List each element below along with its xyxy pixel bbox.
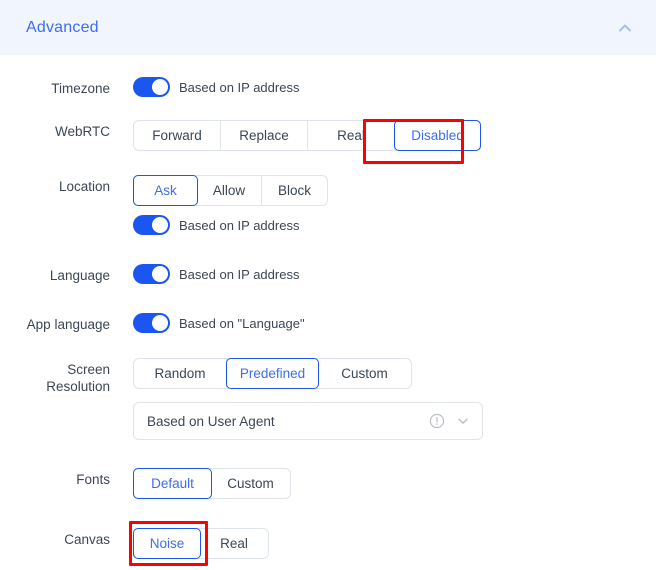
webrtc-option-real[interactable]: Real	[308, 121, 395, 150]
page-title: Advanced	[26, 18, 99, 36]
row-label-webrtc: WebRTC	[54, 124, 110, 139]
location-option-block[interactable]: Block	[262, 176, 327, 205]
row-label-screen-resolution: Screen Resolution	[46, 362, 110, 394]
timezone-toggle[interactable]	[133, 77, 170, 97]
row-location: Location Ask Allow Block Based on IP add…	[0, 175, 656, 235]
webrtc-segmented-control: Forward Replace Real Disabled	[133, 120, 481, 151]
webrtc-option-forward[interactable]: Forward	[134, 121, 221, 150]
toggle-knob	[152, 266, 168, 282]
toggle-knob	[152, 217, 168, 233]
app-language-toggle-label: Based on "Language"	[179, 315, 305, 331]
screen-resolution-dropdown[interactable]: Based on User Agent	[133, 402, 483, 440]
exclamation-circle-icon[interactable]	[429, 413, 445, 429]
fonts-option-default[interactable]: Default	[133, 468, 212, 499]
advanced-section-header[interactable]: Advanced	[0, 0, 656, 55]
row-label-location: Location	[58, 179, 110, 194]
row-label-language: Language	[49, 268, 110, 283]
row-fonts: Fonts Default Custom	[0, 468, 656, 499]
toggle-knob	[152, 315, 168, 331]
location-toggle-wrap[interactable]: Based on IP address	[133, 215, 328, 235]
screen-resolution-dropdown-value: Based on User Agent	[147, 413, 275, 429]
chevron-down-icon[interactable]	[456, 414, 470, 428]
app-language-toggle-wrap[interactable]: Based on "Language"	[133, 313, 305, 333]
location-option-ask[interactable]: Ask	[133, 175, 198, 206]
toggle-knob	[152, 79, 168, 95]
webrtc-option-disabled[interactable]: Disabled	[394, 120, 481, 151]
canvas-option-noise[interactable]: Noise	[133, 528, 201, 559]
language-toggle[interactable]	[133, 264, 170, 284]
timezone-toggle-wrap[interactable]: Based on IP address	[133, 77, 299, 97]
row-app-language: App language Based on "Language"	[0, 313, 656, 333]
location-toggle[interactable]	[133, 215, 170, 235]
fonts-segmented-control: Default Custom	[133, 468, 291, 499]
row-label-app-language: App language	[26, 317, 110, 332]
row-label-fonts: Fonts	[76, 472, 110, 487]
row-screen-resolution: Screen Resolution Random Predefined Cust…	[0, 358, 656, 440]
chevron-up-icon[interactable]	[616, 19, 634, 37]
row-webrtc: WebRTC Forward Replace Real Disabled	[0, 120, 656, 151]
screen-resolution-option-predefined[interactable]: Predefined	[226, 358, 319, 389]
fonts-option-custom[interactable]: Custom	[211, 469, 290, 498]
screen-resolution-option-custom[interactable]: Custom	[318, 359, 411, 388]
location-segmented-control: Ask Allow Block	[133, 175, 328, 206]
row-timezone: Timezone Based on IP address	[0, 77, 656, 97]
language-toggle-wrap[interactable]: Based on IP address	[133, 264, 299, 284]
row-label-canvas: Canvas	[64, 532, 110, 547]
language-toggle-label: Based on IP address	[179, 266, 300, 282]
row-canvas: Canvas Noise Real	[0, 528, 656, 559]
webrtc-option-replace[interactable]: Replace	[221, 121, 308, 150]
app-language-toggle[interactable]	[133, 313, 170, 333]
location-toggle-label: Based on IP address	[179, 217, 300, 233]
canvas-segmented-control: Noise Real	[133, 528, 269, 559]
timezone-toggle-label: Based on IP address	[179, 79, 300, 95]
row-label-timezone: Timezone	[51, 81, 110, 96]
screen-resolution-option-random[interactable]: Random	[134, 359, 227, 388]
row-language: Language Based on IP address	[0, 264, 656, 284]
canvas-option-real[interactable]: Real	[200, 529, 268, 558]
location-option-allow[interactable]: Allow	[197, 176, 262, 205]
screen-resolution-segmented-control: Random Predefined Custom	[133, 358, 412, 389]
